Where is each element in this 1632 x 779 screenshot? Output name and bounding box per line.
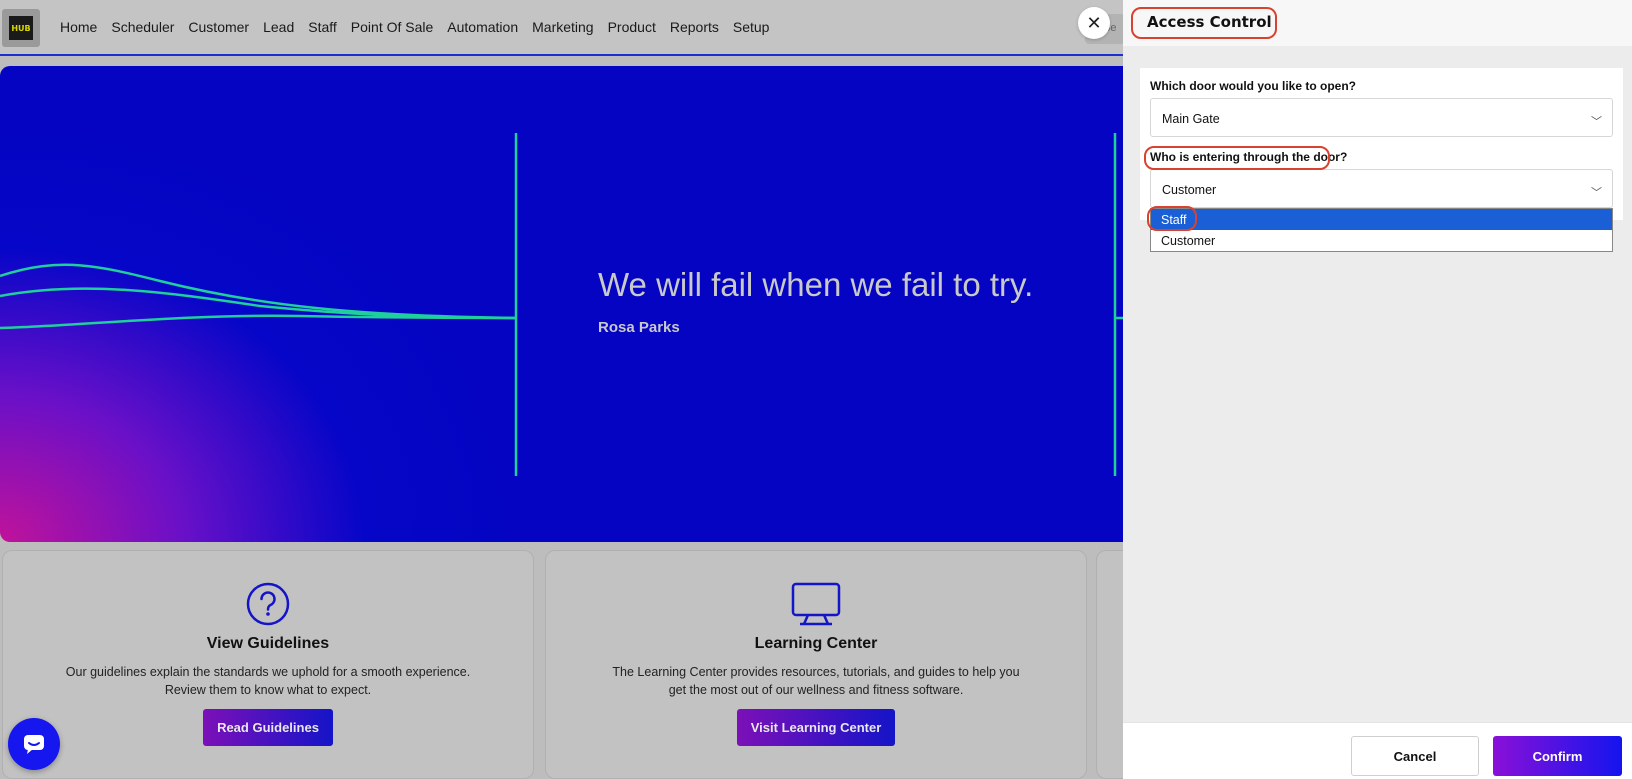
hero-quote: We will fail when we fail to try. xyxy=(598,266,1034,303)
option-customer[interactable]: Customer xyxy=(1151,230,1612,251)
nav-item-marketing[interactable]: Marketing xyxy=(532,19,593,35)
close-icon: ✕ xyxy=(1086,12,1102,33)
nav-item-reports[interactable]: Reports xyxy=(670,19,719,35)
nav-item-staff[interactable]: Staff xyxy=(308,19,337,35)
panel-header: Access Control xyxy=(1123,0,1632,46)
panel-title: Access Control xyxy=(1147,13,1272,31)
option-staff[interactable]: Staff xyxy=(1151,209,1612,230)
question-circle-icon xyxy=(246,582,290,626)
who-label: Who is entering through the door? xyxy=(1150,150,1348,164)
door-select[interactable]: Main Gate ﹀ xyxy=(1150,98,1613,137)
hero-quote-author: Rosa Parks xyxy=(598,319,680,336)
chat-icon xyxy=(24,735,44,754)
nav-item-customer[interactable]: Customer xyxy=(188,19,249,35)
read-guidelines-button[interactable]: Read Guidelines xyxy=(203,709,333,746)
main-nav: Home Scheduler Customer Lead Staff Point… xyxy=(60,19,783,35)
who-select-value: Customer xyxy=(1162,183,1217,197)
hero-decoration xyxy=(0,133,1124,476)
chat-launcher-button[interactable] xyxy=(8,718,60,770)
nav-item-lead[interactable]: Lead xyxy=(263,19,294,35)
who-select[interactable]: Customer ﹀ xyxy=(1150,169,1613,208)
nav-item-setup[interactable]: Setup xyxy=(733,19,770,35)
logo-mark: HUB xyxy=(9,16,33,40)
nav-item-home[interactable]: Home xyxy=(60,19,97,35)
access-form: Which door would you like to open? Main … xyxy=(1140,68,1623,220)
nav-item-product[interactable]: Product xyxy=(608,19,656,35)
panel-footer: Cancel Confirm xyxy=(1123,722,1632,779)
card-description: Our guidelines explain the standards we … xyxy=(65,665,471,697)
access-control-panel: Access Control Which door would you like… xyxy=(1123,0,1632,779)
guidelines-card: View Guidelines Our guidelines explain t… xyxy=(2,550,534,779)
close-panel-button[interactable]: ✕ xyxy=(1078,7,1110,39)
nav-item-scheduler[interactable]: Scheduler xyxy=(111,19,174,35)
brand-logo[interactable]: HUB xyxy=(2,9,40,47)
monitor-icon xyxy=(791,582,841,626)
who-select-options: Staff Customer xyxy=(1150,208,1613,252)
card-title: Learning Center xyxy=(754,635,878,652)
nav-item-point-of-sale[interactable]: Point Of Sale xyxy=(351,19,434,35)
confirm-button[interactable]: Confirm xyxy=(1493,736,1622,776)
chevron-down-icon: ﹀ xyxy=(1591,187,1602,199)
nav-item-automation[interactable]: Automation xyxy=(447,19,518,35)
visit-learning-center-button[interactable]: Visit Learning Center xyxy=(736,709,896,746)
hero-banner: We will fail when we fail to try. Rosa P… xyxy=(0,66,1124,542)
cancel-button[interactable]: Cancel xyxy=(1351,736,1479,776)
door-select-value: Main Gate xyxy=(1162,112,1220,126)
card-description: The Learning Center provides resources, … xyxy=(612,665,1020,697)
learning-center-card: Learning Center The Learning Center prov… xyxy=(545,550,1087,779)
chevron-down-icon: ﹀ xyxy=(1591,116,1602,128)
door-label: Which door would you like to open? xyxy=(1150,79,1356,93)
card-title: View Guidelines xyxy=(206,635,330,652)
